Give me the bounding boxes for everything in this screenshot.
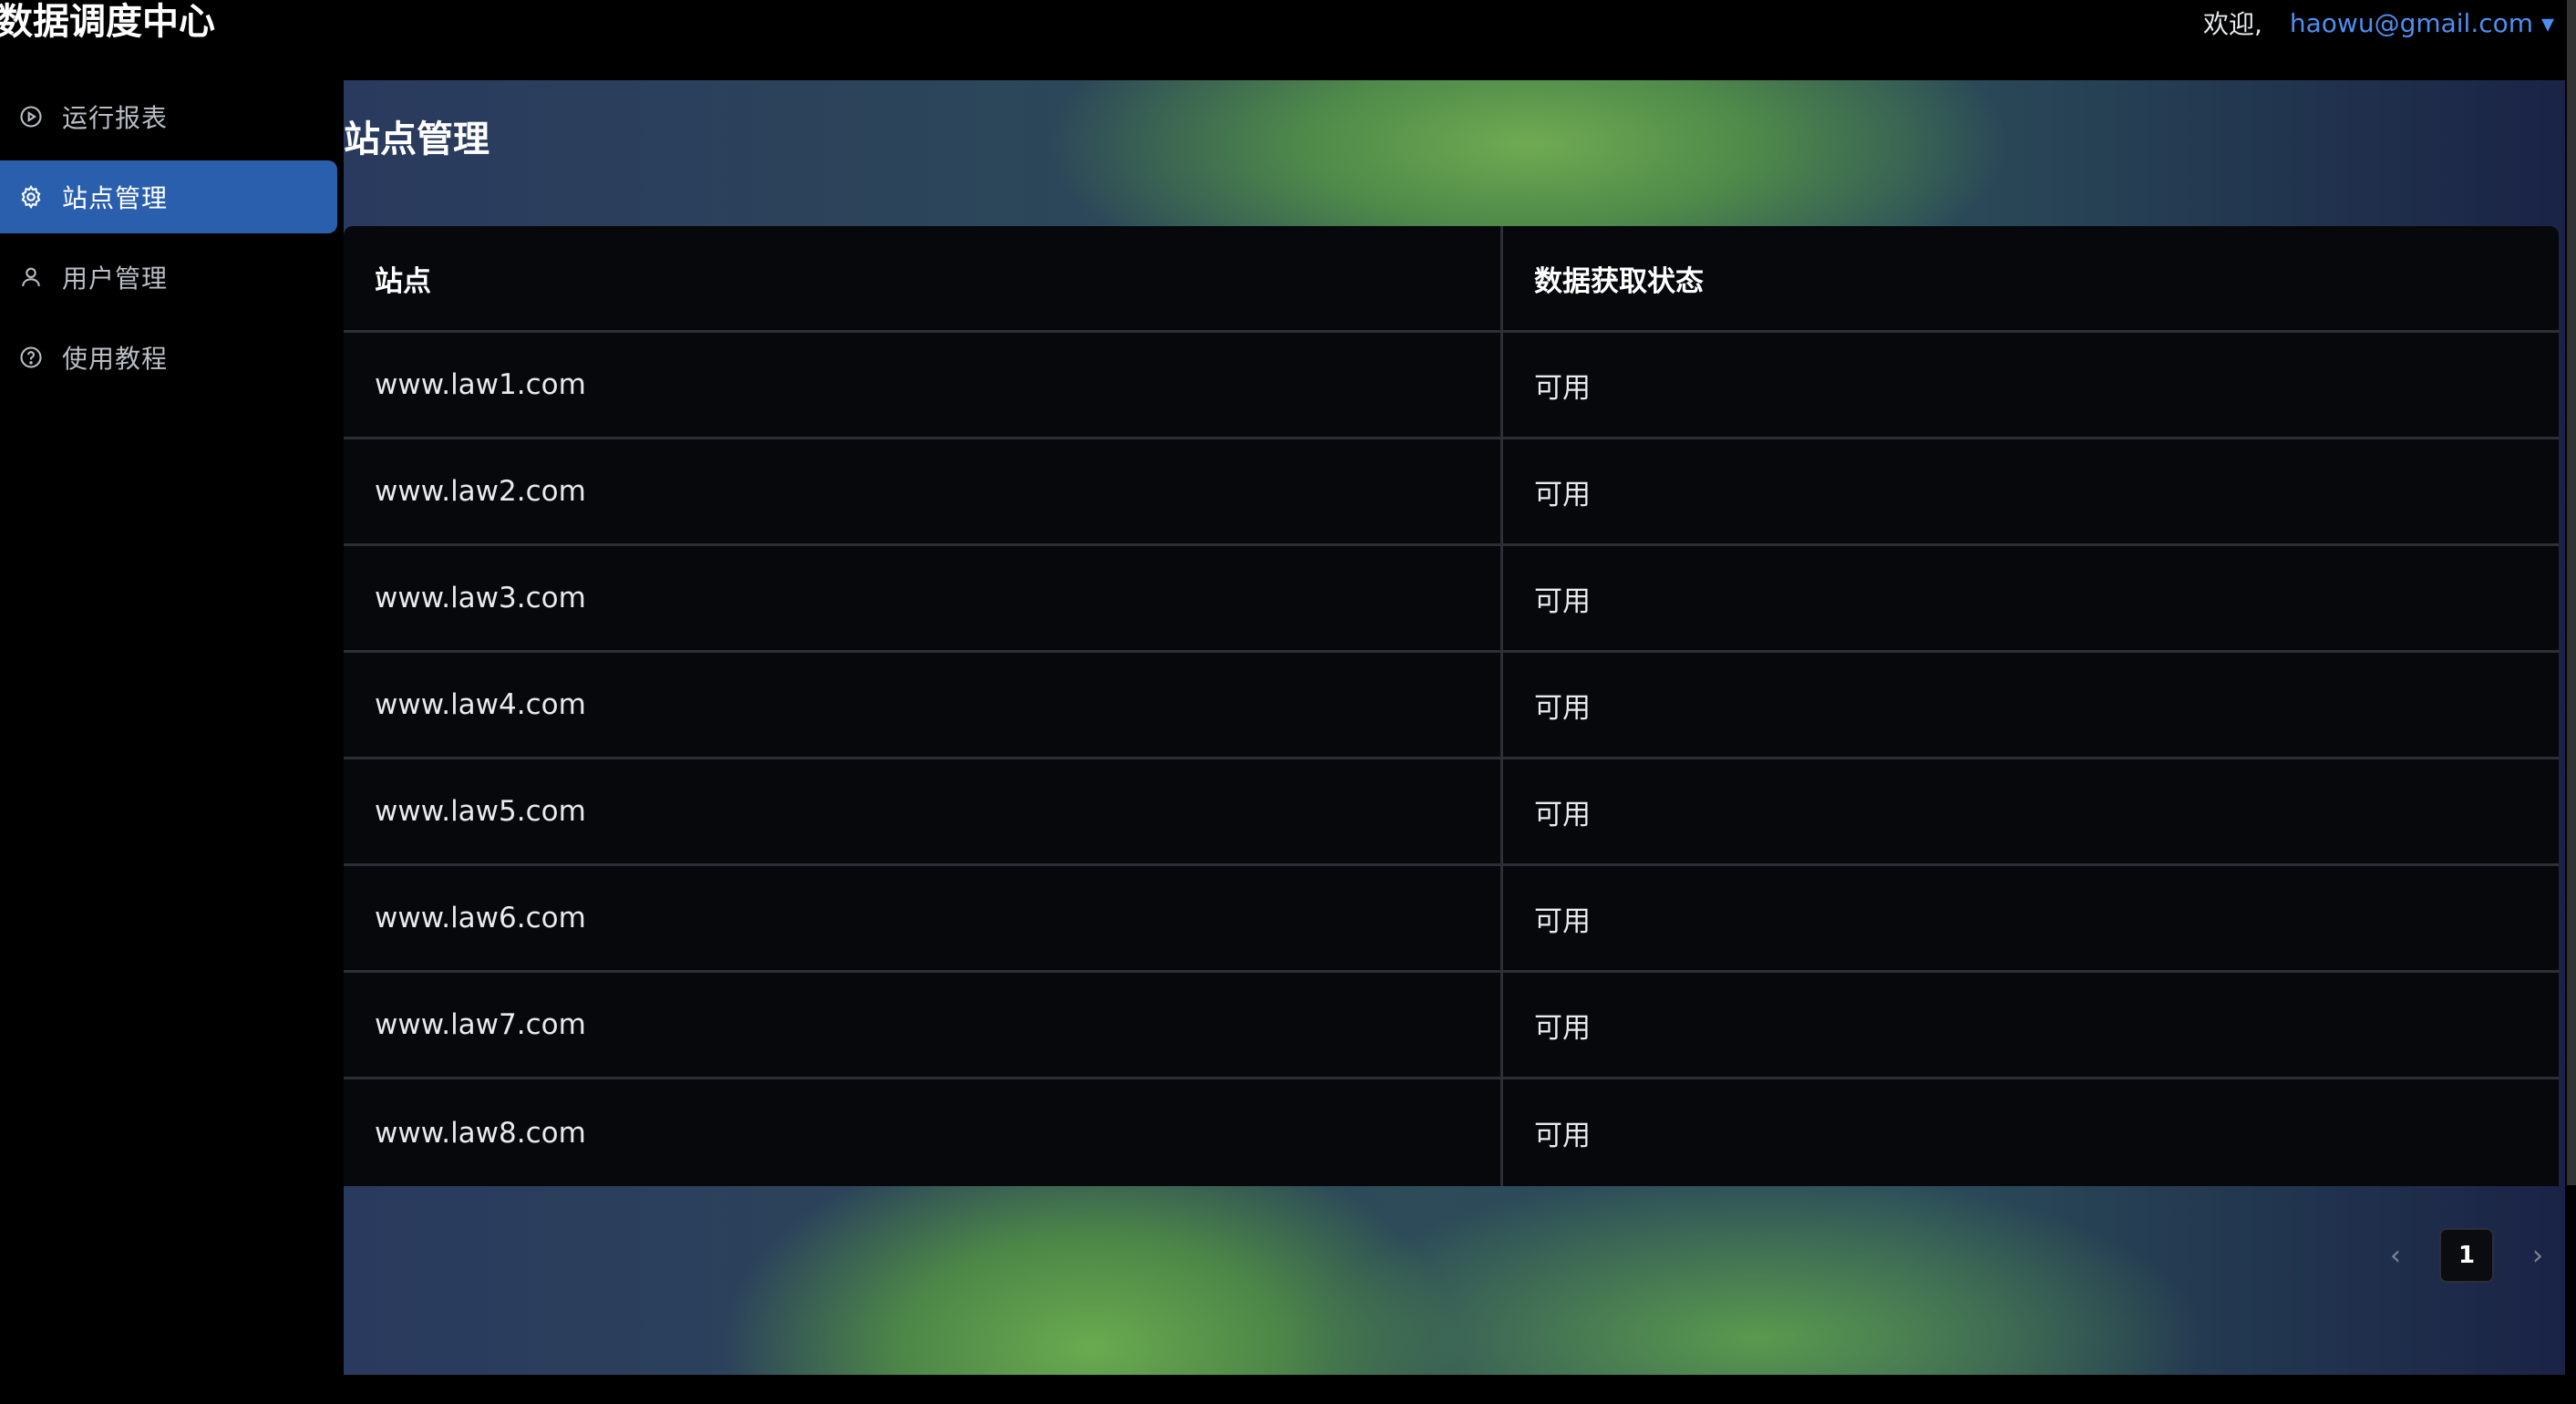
sidebar-item-users[interactable]: 用户管理 <box>0 241 337 314</box>
table-row[interactable]: www.law3.com 可用 <box>344 546 2559 653</box>
user-bar: 欢迎, haowu@gmail.com ▾ <box>2203 0 2576 46</box>
status-cell: 可用 <box>1534 691 1591 725</box>
column-header-site[interactable]: 站点 <box>344 226 1503 330</box>
sites-table: 站点 数据获取状态 www.law1.com 可用 www.law2.com 可… <box>344 226 2559 1186</box>
status-cell: 可用 <box>1534 1011 1591 1045</box>
prev-page-button[interactable]: ‹ <box>2368 1228 2423 1283</box>
site-cell: www.law1.com <box>344 333 1503 437</box>
next-page-button[interactable]: › <box>2510 1228 2565 1283</box>
sidebar-item-reports[interactable]: 运行报表 <box>0 80 337 153</box>
column-header-status[interactable]: 数据获取状态 <box>1503 226 2559 330</box>
status-cell: 可用 <box>1534 1120 1591 1152</box>
table-row[interactable]: www.law1.com 可用 <box>344 333 2559 439</box>
status-cell: 可用 <box>1534 904 1591 938</box>
site-cell: www.law7.com <box>344 973 1503 1077</box>
sidebar: 运行报表 站点管理 用户管理 使用教程 <box>0 80 345 1404</box>
page-title: 站点管理 <box>344 119 489 160</box>
table-row[interactable]: www.law4.com 可用 <box>344 653 2559 759</box>
site-cell: www.law5.com <box>344 759 1503 863</box>
table-row[interactable]: www.law6.com 可用 <box>344 866 2559 973</box>
table-row[interactable]: www.law7.com 可用 <box>344 973 2559 1079</box>
user-menu[interactable]: haowu@gmail.com ▾ <box>2290 8 2554 38</box>
page-1-button[interactable]: 1 <box>2439 1228 2494 1283</box>
main-panel: 站点管理 站点 数据获取状态 www.law1.com 可用 www.law2.… <box>344 80 2565 1375</box>
status-cell: 可用 <box>1534 371 1591 405</box>
pagination: ‹ 1 › <box>2368 1227 2565 1284</box>
table-row[interactable]: www.law2.com 可用 <box>344 439 2559 546</box>
sidebar-item-sites[interactable]: 站点管理 <box>0 160 337 233</box>
play-circle-icon <box>18 104 44 129</box>
scrollbar[interactable] <box>2567 0 2576 1185</box>
table-row[interactable]: www.law5.com 可用 <box>344 759 2559 866</box>
table-row[interactable]: www.law8.com 可用 <box>344 1079 2559 1186</box>
sidebar-item-label: 使用教程 <box>62 344 169 374</box>
site-cell: www.law4.com <box>344 653 1503 757</box>
sidebar-item-label: 用户管理 <box>62 263 169 294</box>
status-cell: 可用 <box>1534 584 1591 618</box>
help-circle-icon <box>18 345 44 370</box>
status-cell: 可用 <box>1534 478 1591 511</box>
status-cell: 可用 <box>1534 798 1591 831</box>
site-cell: www.law2.com <box>344 439 1503 543</box>
gear-icon <box>18 184 44 210</box>
sidebar-item-tutorial[interactable]: 使用教程 <box>0 321 337 394</box>
welcome-text: 欢迎, <box>2202 9 2262 39</box>
sidebar-item-label: 运行报表 <box>62 103 169 133</box>
site-cell: www.law3.com <box>344 546 1503 650</box>
site-cell: www.law8.com <box>344 1079 1503 1186</box>
table-header: 站点 数据获取状态 <box>344 226 2559 333</box>
site-cell: www.law6.com <box>344 866 1503 970</box>
user-icon <box>18 264 44 290</box>
app-title: 数据调度中心 <box>0 1 215 43</box>
sidebar-item-label: 站点管理 <box>62 183 169 213</box>
